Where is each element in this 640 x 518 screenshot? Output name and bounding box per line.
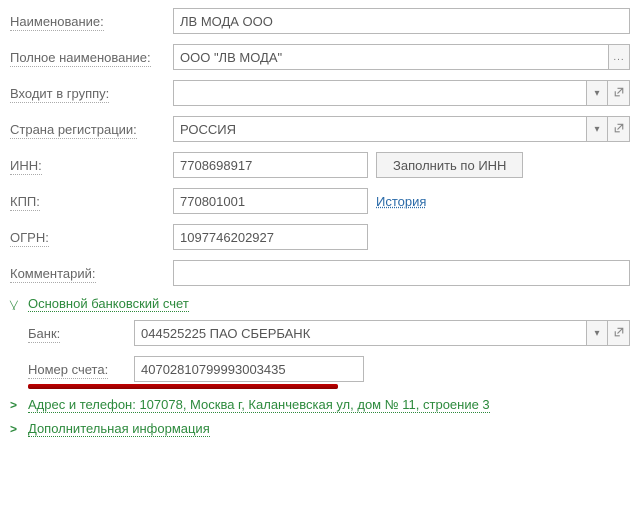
kpp-input[interactable] — [173, 188, 368, 214]
highlight-bar — [28, 384, 338, 389]
address-section-title: Адрес и телефон: 107078, Москва г, Калан… — [28, 397, 490, 413]
country-dropdown-button[interactable]: ▾ — [586, 116, 608, 142]
full-name-input[interactable] — [173, 44, 608, 70]
chevron-down-icon: ▾ — [594, 328, 599, 339]
account-input[interactable] — [134, 356, 364, 382]
account-label: Номер счета: — [28, 362, 108, 379]
inn-input[interactable] — [173, 152, 368, 178]
group-dropdown-button[interactable]: ▾ — [586, 80, 608, 106]
country-label: Страна регистрации: — [10, 122, 137, 139]
kpp-label: КПП: — [10, 194, 40, 211]
chevron-right-icon — [10, 398, 22, 412]
country-open-button[interactable] — [608, 116, 630, 142]
fill-by-inn-button[interactable]: Заполнить по ИНН — [376, 152, 523, 178]
country-input[interactable] — [173, 116, 586, 142]
name-label: Наименование: — [10, 14, 104, 31]
bank-section-title: Основной банковский счет — [28, 296, 189, 312]
address-section-toggle[interactable]: Адрес и телефон: 107078, Москва г, Калан… — [10, 397, 630, 413]
bank-label: Банк: — [28, 326, 60, 343]
bank-open-button[interactable] — [608, 320, 630, 346]
chevron-down-icon: ▾ — [594, 124, 599, 135]
full-name-ellipsis-button[interactable]: ... — [608, 44, 630, 70]
extra-section-title: Дополнительная информация — [28, 421, 210, 437]
comment-label: Комментарий: — [10, 266, 96, 283]
comment-input[interactable] — [173, 260, 630, 286]
open-icon — [613, 86, 625, 101]
chevron-right-icon — [10, 422, 22, 436]
bank-section-toggle[interactable]: Основной банковский счет — [10, 296, 630, 312]
group-open-button[interactable] — [608, 80, 630, 106]
ogrn-label: ОГРН: — [10, 230, 49, 247]
group-input[interactable] — [173, 80, 586, 106]
name-input[interactable] — [173, 8, 630, 34]
open-icon — [613, 122, 625, 137]
inn-label: ИНН: — [10, 158, 42, 175]
history-link[interactable]: История — [376, 194, 426, 209]
chevron-down-icon: ▾ — [594, 88, 599, 99]
ogrn-input[interactable] — [173, 224, 368, 250]
extra-section-toggle[interactable]: Дополнительная информация — [10, 421, 630, 437]
full-name-label: Полное наименование: — [10, 50, 151, 67]
bank-dropdown-button[interactable]: ▾ — [586, 320, 608, 346]
bank-input[interactable] — [134, 320, 586, 346]
open-icon — [613, 326, 625, 341]
group-label: Входит в группу: — [10, 86, 109, 103]
chevron-down-icon — [10, 297, 22, 311]
